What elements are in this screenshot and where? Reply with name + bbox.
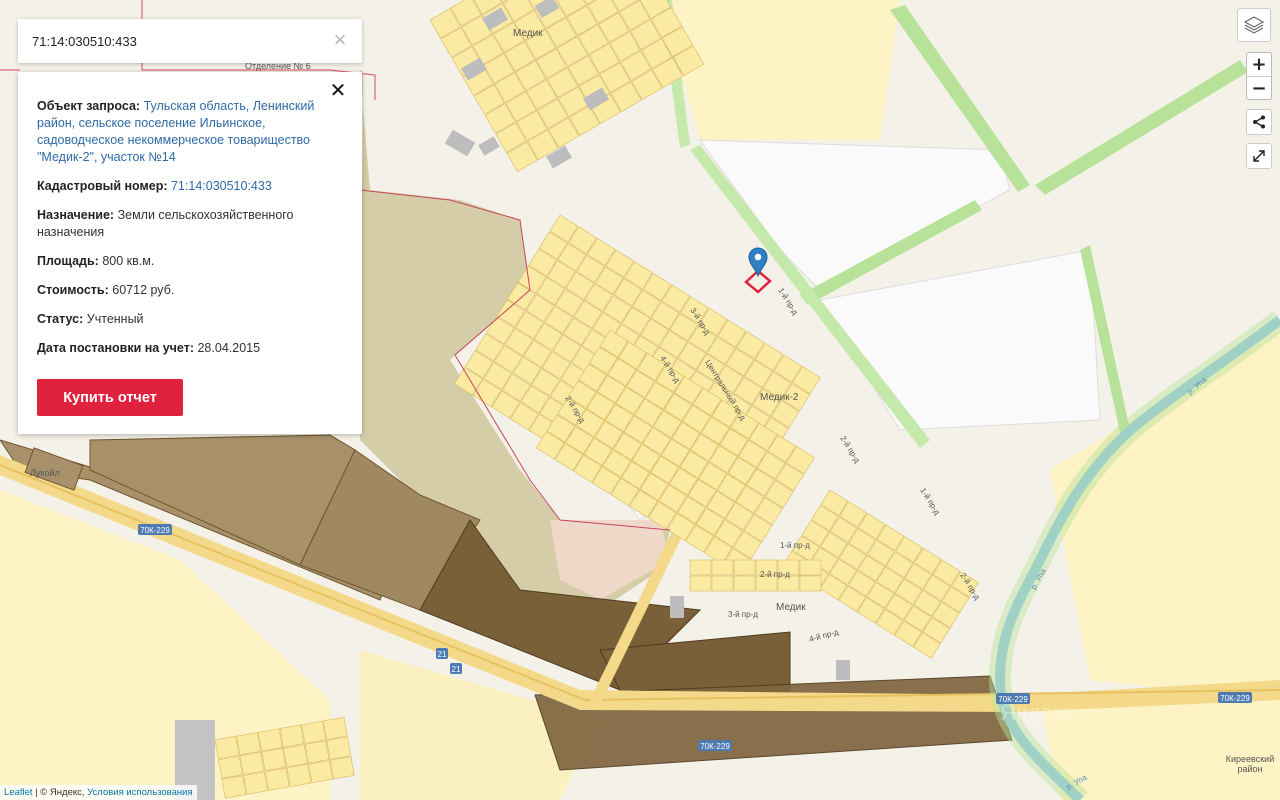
info-status-value: Учтенный — [86, 312, 144, 326]
field-top — [660, 0, 900, 140]
terms-link[interactable]: Условия использования — [87, 787, 192, 798]
road-sign-21a: 21 — [436, 648, 448, 659]
label-lukoil: Лукойл — [30, 468, 60, 478]
close-info-icon[interactable]: ✕ — [328, 81, 348, 101]
info-area-row: Площадь: 800 кв.м. — [37, 253, 342, 270]
svg-text:21: 21 — [452, 665, 461, 674]
land-plot — [733, 559, 756, 576]
land-plot — [243, 771, 268, 795]
land-plot — [221, 775, 247, 799]
zoom-in-button[interactable]: + — [1247, 53, 1271, 77]
land-plot — [689, 559, 712, 576]
info-date-row: Дата постановки на учет: 28.04.2015 — [37, 340, 342, 357]
road-sign-1: 70К-229 — [138, 524, 172, 535]
land-plot — [799, 559, 822, 576]
land-plot — [799, 575, 822, 592]
yandex-watermark: Яндекс — [1000, 700, 1074, 725]
label-medik-bottom: Медик — [776, 602, 806, 613]
land-plot — [301, 720, 326, 744]
building — [670, 596, 684, 618]
svg-text:70К-229: 70К-229 — [140, 526, 170, 535]
land-plot — [711, 575, 734, 592]
district-label: Киреевский — [1226, 754, 1274, 764]
road-sign-2: 70К-229 — [698, 740, 732, 751]
share-button[interactable] — [1246, 109, 1272, 135]
street-label: 1-й пр-д — [780, 541, 810, 550]
map-attribution: Leaflet | © Яндекс, Условия использовани… — [0, 785, 197, 800]
street-label: 3-й пр-д — [728, 610, 758, 619]
land-plot — [264, 767, 290, 791]
info-status-label: Статус: — [37, 312, 84, 326]
land-plot — [326, 736, 352, 760]
layers-icon — [1244, 16, 1264, 34]
layers-button[interactable] — [1237, 8, 1271, 42]
info-cost-row: Стоимость: 60712 руб. — [37, 282, 342, 299]
clear-search-icon[interactable]: × — [328, 28, 352, 52]
info-area-label: Площадь: — [37, 254, 99, 268]
street-label: 2-й пр-д — [760, 570, 790, 579]
svg-text:70К-229: 70К-229 — [1220, 694, 1250, 703]
land-plot — [214, 736, 240, 760]
parcel-info-panel: ✕ Объект запроса: Тульская область, Лени… — [18, 72, 362, 434]
cadastral-search-input[interactable] — [18, 19, 318, 63]
zoom-control: + − — [1246, 52, 1272, 100]
share-icon — [1253, 115, 1265, 129]
land-plot — [239, 751, 265, 775]
land-plot — [689, 575, 712, 592]
info-purpose-label: Назначение: — [37, 208, 115, 222]
info-area-value: 800 кв.м. — [102, 254, 155, 268]
info-purpose-row: Назначение: Земли сельскохозяйственного … — [37, 207, 342, 241]
road-sign-21b: 21 — [450, 663, 462, 674]
svg-text:70К-229: 70К-229 — [700, 742, 730, 751]
land-plot — [261, 748, 287, 772]
svg-text:21: 21 — [438, 650, 447, 659]
road-sign-4: 70К-229 — [1218, 692, 1252, 703]
building — [836, 660, 850, 680]
zoom-out-button[interactable]: − — [1247, 77, 1271, 100]
land-plot — [257, 728, 283, 752]
land-plot — [236, 732, 261, 756]
land-plot — [218, 755, 243, 779]
land-plot — [329, 756, 355, 780]
label-medik-top: Медик — [513, 28, 543, 39]
land-plot — [279, 724, 305, 748]
info-object-row: Объект запроса: Тульская область, Ленинс… — [37, 98, 342, 166]
fullscreen-icon — [1253, 150, 1265, 162]
info-cadastral-value[interactable]: 71:14:030510:433 — [171, 179, 272, 193]
info-status-row: Статус: Учтенный — [37, 311, 342, 328]
label-medik2: Медик-2 — [760, 392, 799, 403]
land-plot — [322, 716, 348, 740]
info-object-label: Объект запроса: — [37, 99, 141, 113]
land-plot — [283, 744, 308, 768]
land-plot — [308, 760, 333, 784]
land-plot — [711, 559, 734, 576]
info-cadastral-label: Кадастровый номер: — [37, 179, 168, 193]
info-cost-label: Стоимость: — [37, 283, 109, 297]
buy-report-button[interactable]: Купить отчет — [37, 379, 183, 416]
info-cost-value: 60712 руб. — [112, 283, 175, 297]
land-plot — [286, 763, 312, 787]
land-plot — [733, 575, 756, 592]
fullscreen-button[interactable] — [1246, 143, 1272, 169]
info-date-label: Дата постановки на учет: — [37, 341, 194, 355]
info-date-value: 28.04.2015 — [197, 341, 261, 355]
land-plot — [304, 740, 330, 764]
info-cadastral-row: Кадастровый номер: 71:14:030510:433 — [37, 178, 342, 195]
cadastral-search-box: × — [18, 19, 362, 63]
district-label: район — [1237, 764, 1262, 774]
yandex-copyright: | © Яндекс, — [32, 787, 88, 798]
leaflet-link[interactable]: Leaflet — [4, 787, 33, 798]
